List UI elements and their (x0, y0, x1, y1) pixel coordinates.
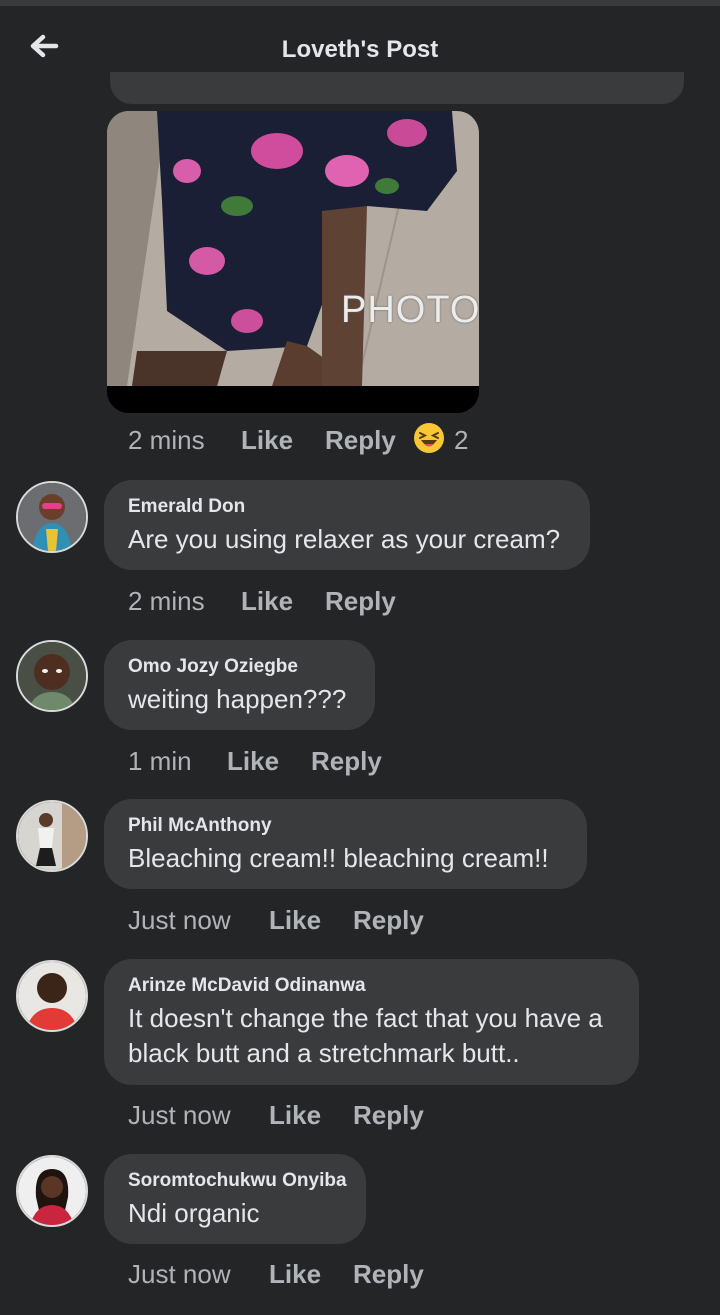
commenter-name[interactable]: Soromtochukwu Onyiba (128, 1170, 347, 1192)
comment-text: Are you using relaxer as your cream? (128, 524, 561, 554)
timestamp: 1 min (128, 746, 192, 776)
reply-button[interactable]: Reply (325, 586, 396, 617)
photo-overlay-text: PHOTO (341, 289, 479, 331)
like-button[interactable]: Like (269, 1100, 321, 1131)
like-button[interactable]: Like (227, 746, 279, 777)
avatar[interactable] (16, 481, 88, 553)
photo-image (107, 111, 479, 413)
like-button[interactable]: Like (241, 586, 293, 617)
comment-bubble[interactable]: Soromtochukwu Onyiba Ndi organic (104, 1154, 366, 1244)
reply-button[interactable]: Reply (353, 1259, 424, 1290)
comment-bubble[interactable]: Phil McAnthony Bleaching cream!! bleachi… (104, 799, 587, 889)
avatar[interactable] (16, 960, 88, 1032)
comment-bubble[interactable]: Omo Jozy Oziegbe weiting happen??? (104, 640, 375, 730)
avatar[interactable] (16, 1155, 88, 1227)
avatar-image (18, 642, 86, 710)
reply-button[interactable]: Reply (353, 1100, 424, 1131)
commenter-name[interactable]: Phil McAnthony (128, 815, 563, 837)
timestamp: 2 mins (128, 425, 205, 455)
comment-text: weiting happen??? (128, 684, 347, 714)
comment-text: It doesn't change the fact that you have… (128, 1001, 615, 1071)
like-button[interactable]: Like (269, 905, 321, 936)
comment-photo[interactable]: PHOTO (107, 111, 479, 413)
reply-button[interactable]: Reply (325, 425, 396, 456)
commenter-name[interactable]: Emerald Don (128, 496, 566, 518)
timestamp: Just now (128, 905, 231, 935)
comment-text: Bleaching cream!! bleaching cream!! (128, 843, 549, 873)
comment-bubble[interactable]: Arinze McDavid Odinanwa It doesn't chang… (104, 959, 639, 1085)
reply-button[interactable]: Reply (353, 905, 424, 936)
avatar-image (18, 1157, 86, 1225)
previous-comment-bubble (110, 72, 684, 104)
laughing-emoji-icon[interactable] (413, 422, 445, 454)
avatar[interactable] (16, 800, 88, 872)
timestamp: 2 mins (128, 586, 205, 616)
reply-button[interactable]: Reply (311, 746, 382, 777)
reaction-count: 2 (454, 425, 469, 455)
avatar-image (18, 483, 86, 551)
like-button[interactable]: Like (241, 425, 293, 456)
page-title: Loveth's Post (281, 36, 439, 63)
comment-text-line: black butt and a stretchmark butt.. (128, 1038, 520, 1068)
avatar-image (18, 802, 86, 870)
like-button[interactable]: Like (269, 1259, 321, 1290)
comment-text: Ndi organic (128, 1198, 260, 1228)
commenter-name[interactable]: Omo Jozy Oziegbe (128, 656, 351, 678)
avatar[interactable] (16, 640, 88, 712)
timestamp: Just now (128, 1259, 231, 1289)
avatar-image (18, 962, 86, 1030)
commenter-name[interactable]: Arinze McDavid Odinanwa (128, 975, 615, 997)
comment-text-line: It doesn't change the fact that you have… (128, 1003, 603, 1033)
comment-bubble[interactable]: Emerald Don Are you using relaxer as you… (104, 480, 590, 570)
timestamp: Just now (128, 1100, 231, 1130)
